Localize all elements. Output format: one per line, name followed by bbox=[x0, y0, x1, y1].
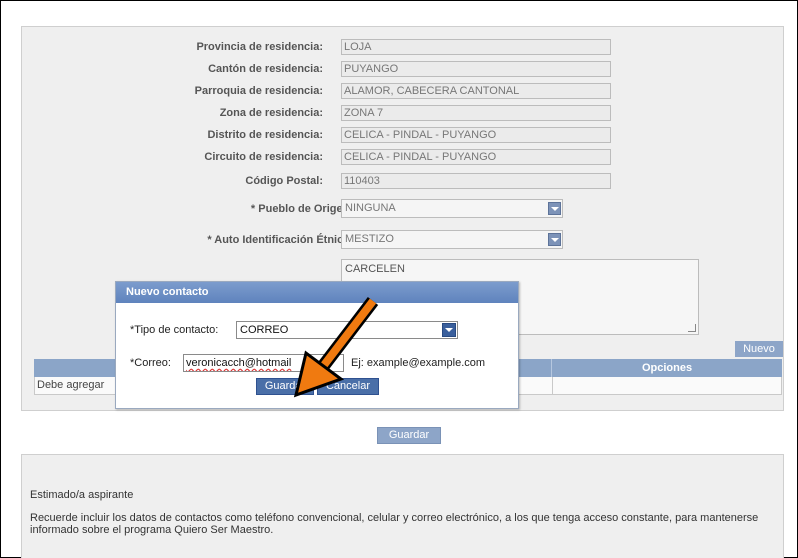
parroquia-label: Parroquia de residencia: bbox=[194, 85, 323, 97]
auto-identificacion-value: MESTIZO bbox=[345, 233, 394, 245]
page-frame: Provincia de residencia: LOJA Cantón de … bbox=[0, 0, 798, 558]
correo-input[interactable]: veronicacch@hotmail bbox=[183, 354, 344, 372]
distrito-label: Distrito de residencia: bbox=[207, 129, 323, 141]
distrito-field[interactable]: CELICA - PINDAL - PUYANGO bbox=[341, 127, 611, 143]
provincia-label: Provincia de residencia: bbox=[196, 41, 323, 53]
canton-field[interactable]: PUYANGO bbox=[341, 61, 611, 77]
tipo-contacto-select[interactable]: CORREO bbox=[236, 321, 458, 339]
column-opciones: Opciones bbox=[551, 359, 782, 377]
dialog-title[interactable]: Nuevo contacto bbox=[116, 282, 518, 303]
direccion-value: CARCELEN bbox=[345, 263, 405, 275]
chevron-down-icon[interactable] bbox=[442, 323, 456, 337]
parroquia-field[interactable]: ALAMOR, CABECERA CANTONAL bbox=[341, 83, 611, 99]
nuevo-contacto-button[interactable]: Nuevo bbox=[735, 341, 783, 357]
circuito-label: Circuito de residencia: bbox=[204, 151, 323, 163]
pueblo-origen-label: * Pueblo de Origen: bbox=[250, 203, 353, 215]
tipo-contacto-value: CORREO bbox=[240, 324, 289, 336]
pueblo-origen-value: NINGUNA bbox=[345, 202, 396, 214]
provincia-field[interactable]: LOJA bbox=[341, 39, 611, 55]
circuito-field[interactable]: CELICA - PINDAL - PUYANGO bbox=[341, 149, 611, 165]
info-panel: Estimado/a aspirante Recuerde incluir lo… bbox=[21, 454, 784, 558]
resize-handle-icon[interactable] bbox=[688, 324, 696, 332]
correo-value: veronicacch@hotmail bbox=[186, 357, 292, 369]
cell-divider bbox=[552, 377, 553, 394]
tipo-contacto-label: *Tipo de contacto: bbox=[130, 324, 219, 336]
correo-label: *Correo: bbox=[130, 357, 171, 369]
zona-field[interactable]: ZONA 7 bbox=[341, 105, 611, 121]
guardar-button[interactable]: Guardar bbox=[377, 427, 441, 444]
auto-identificacion-select[interactable]: MESTIZO bbox=[341, 230, 563, 249]
codigo-postal-field[interactable]: 110403 bbox=[341, 173, 611, 189]
nuevo-contacto-dialog: Nuevo contacto *Tipo de contacto: CORREO… bbox=[115, 281, 519, 409]
info-title: Estimado/a aspirante bbox=[30, 489, 134, 501]
info-text: Recuerde incluir los datos de contactos … bbox=[30, 512, 759, 536]
empty-contacts-message: Debe agregar bbox=[37, 379, 105, 391]
correo-hint: Ej: example@example.com bbox=[351, 357, 486, 369]
dialog-cancelar-button[interactable]: Cancelar bbox=[317, 378, 379, 395]
auto-identificacion-label: * Auto Identificación Étnica: bbox=[207, 234, 353, 246]
chevron-down-icon[interactable] bbox=[548, 202, 561, 215]
chevron-down-icon[interactable] bbox=[548, 233, 561, 246]
zona-label: Zona de residencia: bbox=[219, 107, 323, 119]
pueblo-origen-select[interactable]: NINGUNA bbox=[341, 199, 563, 218]
dialog-guardar-button[interactable]: Guardar bbox=[256, 378, 314, 395]
canton-label: Cantón de residencia: bbox=[208, 63, 323, 75]
codigo-postal-label: Código Postal: bbox=[245, 175, 323, 187]
